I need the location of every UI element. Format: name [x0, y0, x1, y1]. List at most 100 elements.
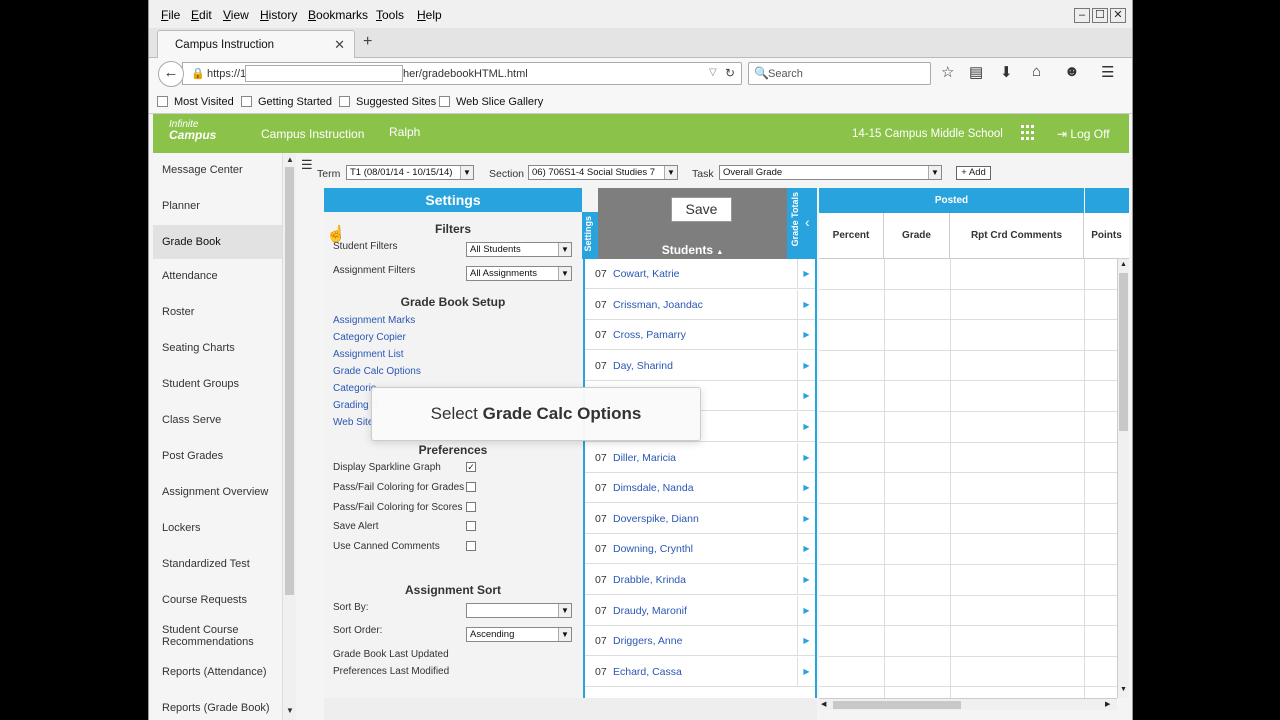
link-categories[interactable]: Categorie: [333, 383, 376, 394]
nav-item-student-groups[interactable]: Student Groups: [153, 378, 284, 390]
grid-scroll-thumb[interactable]: [1119, 273, 1128, 431]
scroll-right-icon[interactable]: ▶: [1105, 700, 1110, 708]
student-expand-icon[interactable]: ▶: [797, 350, 815, 381]
minimize-icon[interactable]: –: [1074, 8, 1090, 23]
sort-by-select[interactable]: ▼: [466, 603, 572, 618]
school-name[interactable]: 14-15 Campus Middle School: [852, 128, 1003, 140]
url-dropdown-icon[interactable]: ▽: [709, 67, 717, 78]
menu-edit[interactable]: Edit: [191, 8, 212, 22]
student-name-link[interactable]: Cross, Pamarry: [613, 329, 686, 341]
student-row[interactable]: 07 Crissman, Joandac ▶: [585, 289, 815, 320]
student-expand-icon[interactable]: ▶: [797, 534, 815, 565]
scroll-left-icon[interactable]: ◀: [821, 700, 826, 708]
back-icon[interactable]: ←: [158, 61, 184, 87]
close-window-icon[interactable]: ✕: [1110, 8, 1126, 23]
tab-campus-instruction[interactable]: Campus Instruction ✕: [157, 30, 355, 58]
student-expand-icon[interactable]: ▶: [797, 289, 815, 320]
student-name-link[interactable]: Echard, Cassa: [613, 666, 682, 678]
nav-item-seating-charts[interactable]: Seating Charts: [153, 342, 284, 354]
menu-bookmarks[interactable]: Bookmarks: [308, 8, 368, 22]
menu-help[interactable]: Help: [417, 8, 442, 22]
link-grade-calc-options[interactable]: Grade Calc Options: [333, 366, 421, 377]
student-expand-icon[interactable]: ▶: [797, 412, 815, 442]
student-row[interactable]: 07 Dimsdale, Nanda ▶: [585, 473, 815, 504]
student-name-link[interactable]: Driggers, Anne: [613, 635, 682, 647]
col-grade[interactable]: Grade: [884, 213, 950, 259]
nav-scroll-thumb[interactable]: [285, 167, 294, 595]
menu-tools[interactable]: Tools: [376, 8, 404, 22]
url-bar[interactable]: 🔒 https://1 her/gradebookHTML.html ▽ ↻: [182, 62, 742, 85]
nav-item-attendance[interactable]: Attendance: [153, 270, 284, 282]
pref-pf-grades-checkbox[interactable]: [466, 482, 476, 492]
pref-save-alert-checkbox[interactable]: [466, 521, 476, 531]
col-rpt-crd-comments[interactable]: Rpt Crd Comments: [950, 213, 1084, 259]
infinite-campus-logo[interactable]: Infinite Campus: [169, 120, 216, 142]
nav-item-reports-grade-book[interactable]: Reports (Grade Book): [153, 702, 284, 714]
student-row[interactable]: 07 Echard, Cassa ▶: [585, 656, 815, 687]
student-expand-icon[interactable]: ▶: [797, 259, 815, 289]
student-row[interactable]: 07 Day, Sharind ▶: [585, 350, 815, 381]
student-filters-select[interactable]: All Students ▼: [466, 242, 572, 257]
menu-view[interactable]: View: [223, 8, 249, 22]
student-name-link[interactable]: Crissman, Joandac: [613, 299, 703, 311]
nav-item-planner[interactable]: Planner: [153, 200, 284, 212]
task-select[interactable]: Overall Grade ▼: [719, 165, 942, 180]
col-percent[interactable]: Percent: [819, 213, 884, 259]
user-name[interactable]: Ralph: [389, 125, 420, 139]
student-row[interactable]: 07 Draudy, Maronif ▶: [585, 595, 815, 626]
sort-order-select[interactable]: Ascending ▼: [466, 627, 572, 642]
scroll-up-icon[interactable]: ▲: [286, 155, 294, 164]
assignment-filters-select[interactable]: All Assignments ▼: [466, 266, 572, 281]
bookmark-most-visited[interactable]: Most Visited: [157, 96, 234, 108]
grid-vertical-scrollbar[interactable]: ▲ ▼: [1117, 259, 1129, 698]
scroll-down-icon[interactable]: ▼: [286, 706, 294, 715]
student-row[interactable]: 07 Cross, Pamarry ▶: [585, 320, 815, 351]
menu-file[interactable]: File: [161, 8, 180, 22]
student-row[interactable]: 07 Driggers, Anne ▶: [585, 626, 815, 657]
students-column-header[interactable]: Students ▲: [598, 243, 787, 257]
nav-item-assignment-overview[interactable]: Assignment Overview: [153, 486, 284, 498]
chat-icon[interactable]: ☻: [1064, 63, 1080, 80]
close-tab-icon[interactable]: ✕: [334, 37, 345, 53]
scroll-down-icon[interactable]: ▼: [1120, 686, 1127, 693]
menu-history[interactable]: History: [260, 8, 297, 22]
save-button[interactable]: Save: [671, 197, 732, 222]
bookmark-getting-started[interactable]: Getting Started: [241, 96, 332, 108]
nav-item-standardized-test[interactable]: Standardized Test: [153, 558, 284, 570]
nav-item-course-requests[interactable]: Course Requests: [153, 594, 284, 606]
nav-item-roster[interactable]: Roster: [153, 306, 284, 318]
link-web-site[interactable]: Web Site: [333, 417, 373, 428]
student-name-link[interactable]: Diller, Maricia: [613, 452, 676, 464]
reload-icon[interactable]: ↻: [725, 66, 735, 80]
app-title[interactable]: Campus Instruction: [261, 127, 364, 141]
student-name-link[interactable]: Draudy, Maronif: [613, 605, 687, 617]
section-select[interactable]: 06) 706S1-4 Social Studies 7 ▼: [528, 165, 678, 180]
nav-item-reports-attendance[interactable]: Reports (Attendance): [153, 666, 284, 678]
nav-item-class-serve[interactable]: Class Serve: [153, 414, 284, 426]
student-expand-icon[interactable]: ▶: [797, 381, 815, 412]
bookmark-web-slice-gallery[interactable]: Web Slice Gallery: [439, 96, 543, 108]
student-expand-icon[interactable]: ▶: [797, 503, 815, 534]
search-input[interactable]: 🔍 Search: [748, 62, 931, 85]
nav-scrollbar[interactable]: ▲ ▼: [282, 153, 296, 720]
student-row[interactable]: 07 Downing, Crynthl ▶: [585, 534, 815, 565]
student-row[interactable]: 07 Cowart, Katrie ▶: [585, 259, 815, 289]
pref-sparkline-checkbox[interactable]: ✓: [466, 462, 476, 472]
grid-horizontal-scrollbar[interactable]: ◀ ▶: [819, 698, 1117, 710]
nav-item-message-center[interactable]: Message Center: [153, 164, 284, 176]
student-expand-icon[interactable]: ▶: [797, 473, 815, 504]
add-task-button[interactable]: + Add: [956, 166, 991, 180]
nav-item-grade-book[interactable]: Grade Book: [153, 225, 284, 259]
hamburger-menu-icon[interactable]: ☰: [1101, 63, 1114, 81]
bookmark-suggested-sites[interactable]: Suggested Sites: [339, 96, 436, 108]
scroll-up-icon[interactable]: ▲: [1120, 261, 1127, 268]
log-off-button[interactable]: ⇥ Log Off: [1057, 127, 1110, 141]
student-name-link[interactable]: Doverspike, Diann: [613, 513, 699, 525]
student-expand-icon[interactable]: ▶: [797, 626, 815, 657]
student-expand-icon[interactable]: ▶: [797, 565, 815, 595]
grid-hscroll-thumb[interactable]: [833, 701, 961, 709]
collapse-settings-tab[interactable]: Settings: [582, 212, 598, 259]
student-expand-icon[interactable]: ▶: [797, 595, 815, 626]
reading-list-icon[interactable]: ▤: [969, 63, 983, 81]
home-icon[interactable]: ⌂: [1032, 63, 1041, 80]
